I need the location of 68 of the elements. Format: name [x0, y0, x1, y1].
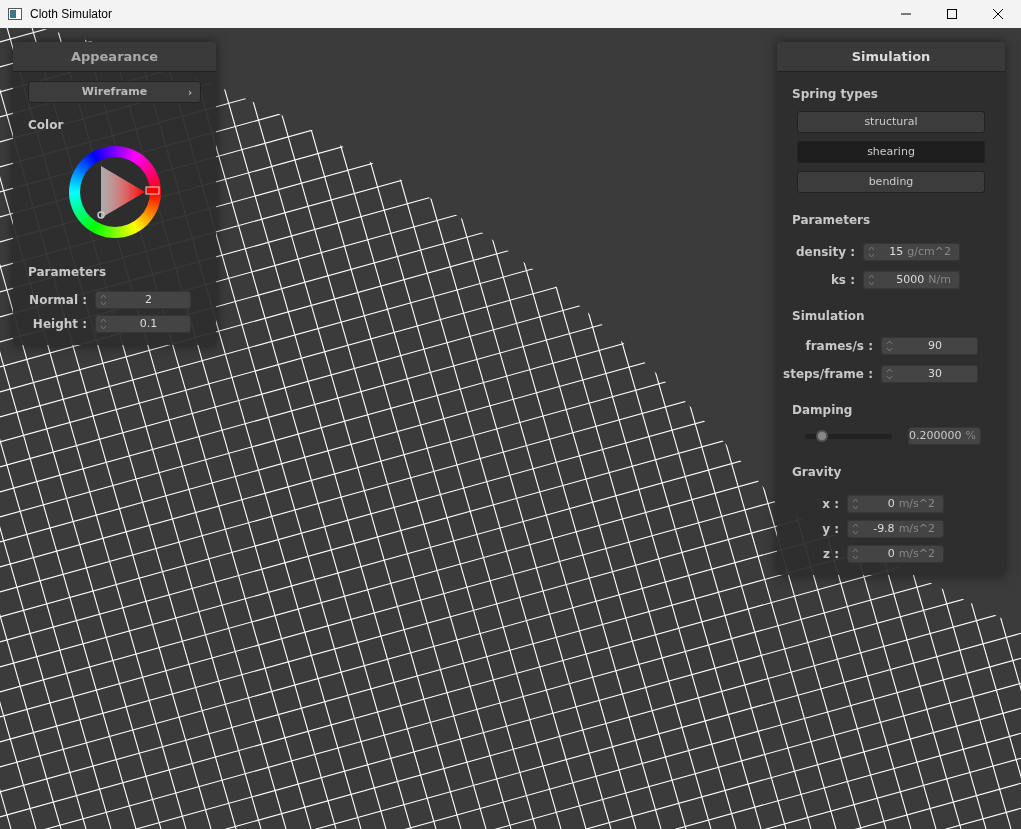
- field-value: 0: [886, 495, 895, 512]
- field-value: 0.200000: [909, 427, 962, 444]
- number-field[interactable]: 5000 N/m: [863, 271, 960, 289]
- number-field[interactable]: -9.8 m/s^2: [847, 520, 944, 538]
- number-field[interactable]: 90: [881, 337, 978, 355]
- spinner-icon[interactable]: [852, 522, 859, 536]
- spinner-icon[interactable]: [100, 293, 107, 307]
- section-heading: Gravity: [792, 465, 842, 479]
- field-unit: N/m: [928, 271, 952, 288]
- number-field[interactable]: 0 m/s^2: [847, 545, 944, 563]
- damping-slider[interactable]: [805, 430, 892, 442]
- field-value: 90: [927, 337, 943, 354]
- field-label: density :: [794, 244, 855, 261]
- number-field[interactable]: 0.200000 %: [908, 427, 981, 445]
- field-unit: %: [965, 427, 976, 444]
- section-heading: Parameters: [28, 265, 107, 279]
- field-label: steps/frame :: [782, 366, 873, 383]
- spinner-icon[interactable]: [868, 245, 875, 259]
- field-label: y :: [821, 521, 839, 538]
- field-value: -9.8: [872, 520, 895, 537]
- spinner-icon[interactable]: [886, 367, 893, 381]
- number-field[interactable]: 15 g/cm^2: [863, 243, 960, 261]
- spinner-icon[interactable]: [868, 273, 875, 287]
- field-label: Normal :: [28, 292, 87, 309]
- spinner-icon[interactable]: [100, 317, 107, 331]
- mode-dropdown-button[interactable]: Wireframe ›: [28, 81, 201, 103]
- color-triangle[interactable]: [100, 166, 145, 218]
- app-icon: [8, 8, 22, 20]
- field-value: 0: [886, 545, 895, 562]
- number-field[interactable]: 0 m/s^2: [847, 495, 944, 513]
- field-unit: m/s^2: [898, 545, 936, 562]
- color-wheel-picker[interactable]: [68, 146, 161, 238]
- section-heading: Color: [28, 118, 64, 132]
- field-unit: m/s^2: [898, 495, 936, 512]
- field-unit: m/s^2: [898, 520, 936, 537]
- spring-type-button[interactable]: structural: [797, 111, 985, 133]
- field-label: Height :: [31, 316, 87, 333]
- number-field[interactable]: 2: [95, 291, 191, 309]
- slider-thumb[interactable]: [816, 430, 829, 442]
- field-label: x :: [821, 496, 839, 513]
- close-icon: [993, 9, 1003, 19]
- section-heading: Spring types: [792, 87, 878, 101]
- spinner-icon[interactable]: [852, 547, 859, 561]
- spring-type-button[interactable]: bending: [797, 171, 985, 193]
- section-heading: Simulation: [792, 309, 865, 323]
- maximize-icon: [947, 9, 957, 19]
- saturation-handle[interactable]: [96, 211, 105, 219]
- field-unit: g/cm^2: [907, 243, 952, 260]
- hue-handle[interactable]: [145, 186, 159, 195]
- field-value: 15: [888, 243, 904, 260]
- number-field[interactable]: 0.1: [95, 315, 191, 333]
- spinner-icon[interactable]: [852, 497, 859, 511]
- field-value: 2: [144, 291, 153, 308]
- chevron-icon: ›: [187, 84, 192, 100]
- field-value: 5000: [895, 271, 925, 288]
- window-title: Cloth Simulator: [30, 6, 113, 23]
- field-value: 30: [927, 365, 943, 382]
- spring-type-button[interactable]: shearing: [797, 141, 985, 163]
- section-heading: Parameters: [792, 213, 871, 227]
- field-label: frames/s :: [804, 338, 873, 355]
- field-value: 0.1: [138, 315, 159, 332]
- panel-title: Simulation: [851, 47, 931, 66]
- section-heading: Damping: [792, 403, 853, 417]
- spinner-icon[interactable]: [886, 339, 893, 353]
- number-field[interactable]: 30: [881, 365, 978, 383]
- panel-title: Appearance: [70, 47, 159, 66]
- field-label: ks :: [829, 272, 855, 289]
- field-label: z :: [822, 546, 839, 563]
